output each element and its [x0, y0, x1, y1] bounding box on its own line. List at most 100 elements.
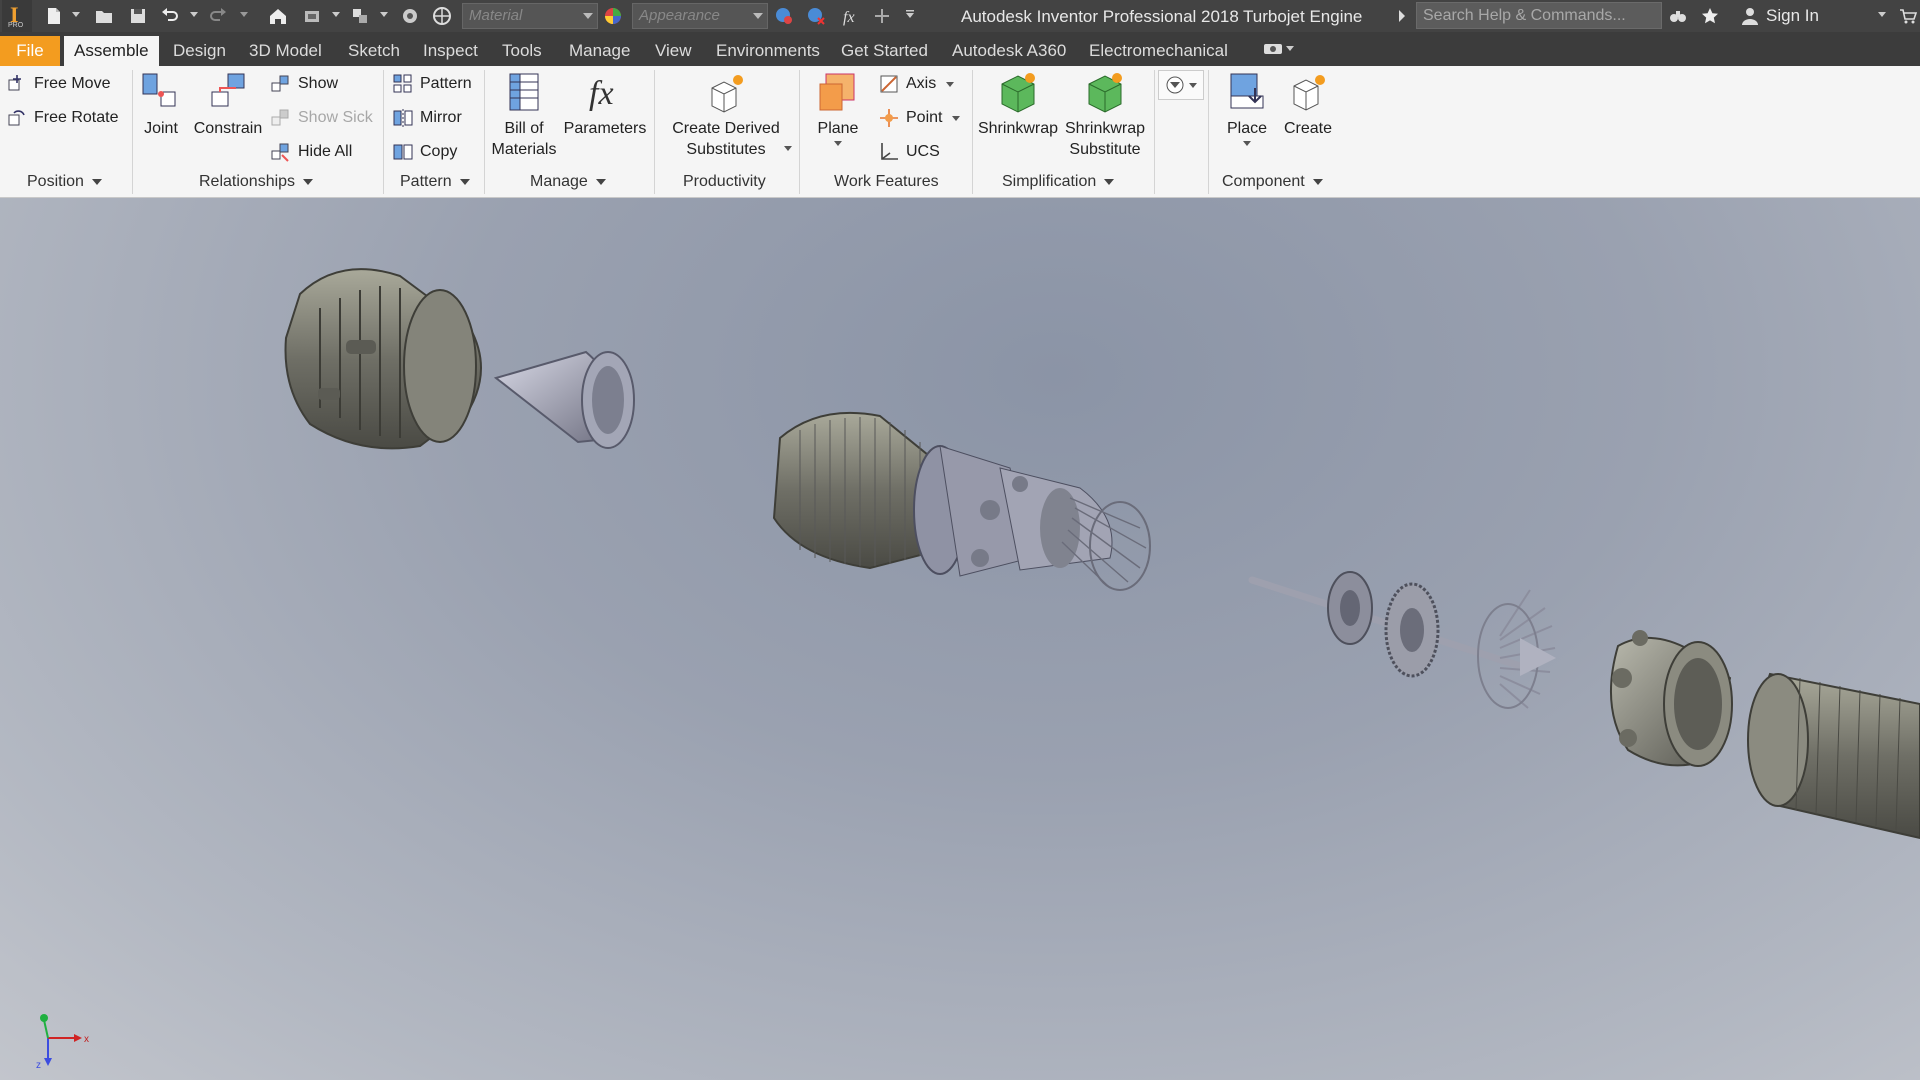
- chevron-down-icon: [583, 13, 593, 19]
- material-select[interactable]: Material: [462, 3, 598, 29]
- place-button[interactable]: Place: [1218, 70, 1276, 146]
- logo-sub: PRO: [8, 22, 24, 29]
- tab-manage[interactable]: Manage: [559, 36, 640, 66]
- show-button[interactable]: Show: [270, 70, 338, 98]
- sign-in-button[interactable]: Sign In: [1740, 2, 1819, 30]
- simplification-view-dropdown[interactable]: [1158, 70, 1204, 100]
- hide-all-button[interactable]: Hide All: [270, 138, 352, 166]
- bill-of-materials-button[interactable]: Bill of Materials: [488, 70, 560, 160]
- account-dropdown-icon[interactable]: [1878, 10, 1886, 18]
- view-cube-triad[interactable]: x z: [30, 1008, 100, 1068]
- pattern-panel-label[interactable]: Pattern: [400, 173, 470, 191]
- tab-get-started[interactable]: Get Started: [831, 36, 938, 66]
- copy-button[interactable]: Copy: [392, 138, 457, 166]
- measure-icon[interactable]: [398, 4, 422, 28]
- nose-cone-part[interactable]: [493, 350, 635, 449]
- shrinkwrap-button[interactable]: Shrinkwrap: [976, 70, 1060, 139]
- chevron-down-icon: [834, 141, 842, 146]
- turbine-shaft-part[interactable]: [1248, 571, 1556, 709]
- tab-design[interactable]: Design: [163, 36, 236, 66]
- redo-dropdown-icon[interactable]: [240, 10, 248, 18]
- select-icon[interactable]: [348, 4, 372, 28]
- home-icon[interactable]: [266, 4, 290, 28]
- star-icon[interactable]: [1698, 4, 1722, 28]
- parameters-button[interactable]: fx Parameters: [562, 70, 648, 139]
- web-globe-icon[interactable]: [430, 4, 454, 28]
- new-dropdown-icon[interactable]: [72, 10, 80, 18]
- plus-icon[interactable]: [870, 4, 894, 28]
- tab-environments[interactable]: Environments: [706, 36, 830, 66]
- manage-panel-label[interactable]: Manage: [530, 173, 606, 191]
- bom-label-line1: Bill of: [504, 120, 544, 137]
- new-file-icon[interactable]: [42, 4, 66, 28]
- ribbon-display-options[interactable]: [1264, 42, 1294, 54]
- binoculars-icon[interactable]: [1666, 4, 1690, 28]
- free-move-button[interactable]: Free Move: [6, 70, 110, 98]
- productivity-panel-label: Productivity: [683, 173, 766, 191]
- ucs-icon: [881, 143, 898, 160]
- appearance-sphere-icon[interactable]: [601, 4, 625, 28]
- simplification-panel-label[interactable]: Simplification: [1002, 173, 1115, 191]
- create-button[interactable]: Create: [1278, 70, 1338, 139]
- tab-autodesk-a360[interactable]: Autodesk A360: [942, 36, 1076, 66]
- component-panel-label[interactable]: Component: [1222, 173, 1323, 191]
- combustion-section-part[interactable]: [1609, 630, 1733, 767]
- shrinkwrap-label: Shrinkwrap: [977, 120, 1059, 137]
- shrinkwrap-icon: [1001, 73, 1035, 113]
- axis-button[interactable]: Axis: [878, 70, 955, 98]
- create-derived-substitutes-button[interactable]: Create Derived Substitutes: [664, 70, 788, 160]
- update-dropdown-icon[interactable]: [332, 10, 340, 18]
- app-title: Autodesk Inventor Professional 2018: [961, 7, 1239, 26]
- engine-core-part[interactable]: [772, 411, 1151, 591]
- function-fx-icon[interactable]: fx: [838, 4, 862, 28]
- cart-icon[interactable]: [1896, 4, 1920, 28]
- position-panel-label[interactable]: Position: [27, 173, 102, 191]
- tab-file[interactable]: File: [0, 36, 60, 66]
- tab-view[interactable]: View: [645, 36, 702, 66]
- customize-qat-icon[interactable]: [906, 10, 914, 18]
- turbojet-engine-assembly[interactable]: [0, 198, 1920, 1080]
- chevron-down-icon: [595, 179, 606, 185]
- adjust-appearance-icon[interactable]: [772, 4, 796, 28]
- point-button[interactable]: Point: [878, 104, 961, 132]
- plane-button[interactable]: Plane: [808, 70, 868, 146]
- inventor-logo[interactable]: I PRO: [2, 0, 32, 32]
- tab-electromechanical[interactable]: Electromechanical: [1079, 36, 1238, 66]
- shrinkwrap-substitute-button[interactable]: Shrinkwrap Substitute: [1062, 70, 1148, 160]
- relationships-panel-label[interactable]: Relationships: [199, 173, 314, 191]
- svg-text:fx: fx: [843, 9, 855, 26]
- show-sick-icon: [271, 109, 289, 126]
- exhaust-nozzle-part[interactable]: [1747, 672, 1920, 840]
- constrain-button[interactable]: Constrain: [190, 70, 266, 139]
- tab-sketch[interactable]: Sketch: [338, 36, 410, 66]
- save-icon[interactable]: [126, 4, 150, 28]
- select-dropdown-icon[interactable]: [380, 10, 388, 18]
- pattern-panel-text: Pattern: [400, 173, 452, 190]
- tab-assemble[interactable]: Assemble: [64, 36, 159, 66]
- undo-dropdown-icon[interactable]: [190, 10, 198, 18]
- panel-divider: [132, 70, 133, 194]
- undo-icon[interactable]: [158, 4, 182, 28]
- chevron-down-icon[interactable]: [784, 144, 792, 152]
- cds-label-line1: Create Derived: [672, 120, 780, 137]
- graphics-window[interactable]: x z: [0, 198, 1920, 1080]
- ucs-button[interactable]: UCS: [878, 138, 940, 166]
- show-sick-button[interactable]: Show Sick: [270, 104, 373, 132]
- tab-inspect[interactable]: Inspect: [413, 36, 488, 66]
- update-icon[interactable]: [300, 4, 324, 28]
- tab-tools[interactable]: Tools: [492, 36, 552, 66]
- chevron-down-icon: [303, 179, 314, 185]
- search-input[interactable]: [1417, 3, 1661, 28]
- mirror-button[interactable]: Mirror: [392, 104, 462, 132]
- pattern-button[interactable]: Pattern: [392, 70, 472, 98]
- tab-3d-model[interactable]: 3D Model: [239, 36, 332, 66]
- joint-button[interactable]: Joint: [138, 70, 184, 139]
- free-rotate-button[interactable]: Free Rotate: [6, 104, 118, 132]
- redo-icon[interactable]: [206, 4, 230, 28]
- appearance-select[interactable]: Appearance: [632, 3, 768, 29]
- intake-housing-part[interactable]: [284, 268, 482, 450]
- appearance-select-label: Appearance: [639, 7, 720, 24]
- clear-appearance-icon[interactable]: [804, 4, 828, 28]
- open-folder-icon[interactable]: [92, 4, 116, 28]
- search-help-box[interactable]: [1416, 2, 1662, 29]
